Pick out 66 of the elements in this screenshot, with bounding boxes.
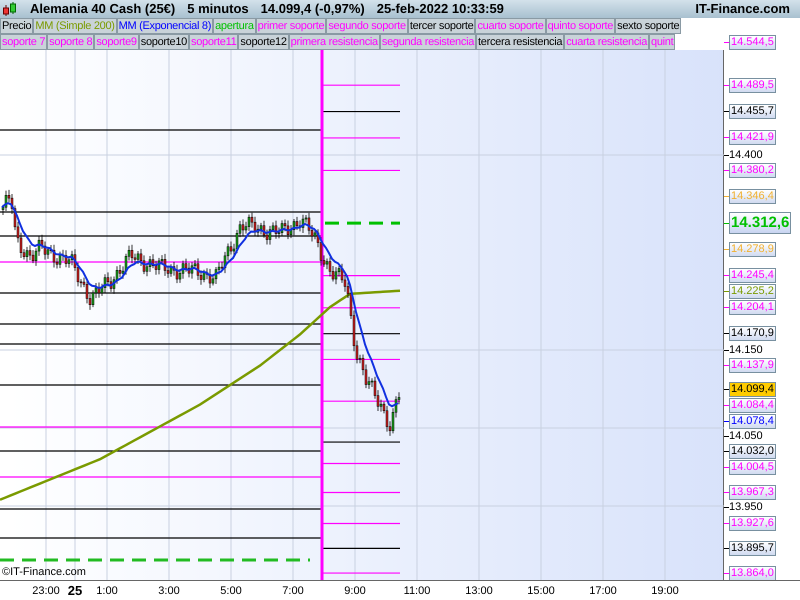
timeframe-label: 5 minutos <box>187 0 249 18</box>
price-level-label: 14.099,4 <box>729 382 776 397</box>
price-level-label: 13.895,7 <box>729 540 776 556</box>
price-level-label: 13.927,6 <box>729 516 776 531</box>
price-level-label: 14.489,5 <box>729 78 776 93</box>
legend-item: cuarta resistencia <box>564 34 650 50</box>
price-tick-label: 14.050 <box>729 430 763 443</box>
price-level-label: 14.004,5 <box>729 460 776 475</box>
legend-item: segundo soporte <box>326 18 408 34</box>
price-tick-label: 14.400 <box>729 148 763 162</box>
candlestick-icon <box>2 1 18 17</box>
legend-item: sexto soporte <box>615 18 682 34</box>
price-level-label: 13.967,3 <box>729 485 776 500</box>
price-level-label: 14.084,4 <box>729 398 776 413</box>
price-level-label: 14.245,4 <box>729 268 776 284</box>
time-axis-label: 11:00 <box>404 584 430 598</box>
price-level-label: 14.544,5 <box>729 34 776 50</box>
time-axis-label: 3:00 <box>158 584 180 598</box>
time-axis-label: 25 <box>68 584 82 598</box>
legend-item: Precio <box>0 18 34 34</box>
legend-item: primer soporte <box>256 18 326 34</box>
price-level-label: 14.078,4 <box>729 414 776 429</box>
price-level-label: 14.137,9 <box>729 358 776 372</box>
legend-item: cuarto soporte <box>475 18 546 34</box>
time-axis-label: 15:00 <box>527 584 555 598</box>
price-level-label: 14.278,9 <box>729 242 776 257</box>
price-level-label: 14.170,9 <box>729 326 776 342</box>
time-axis-label: 9:00 <box>344 584 366 598</box>
brand-name: IT-Finance.com <box>695 0 791 18</box>
legend-item: quinto soporte <box>546 18 616 34</box>
legend-item: MM (Exponencial 8) <box>116 18 214 34</box>
legend-item: primera resistencia <box>288 34 380 50</box>
price-level-label: 14.312,6 <box>729 212 792 234</box>
time-axis-label: 5:00 <box>220 584 242 598</box>
legend-item: MM (Simple 200) <box>33 18 117 34</box>
legend-item: tercera resistencia <box>476 34 564 50</box>
price-level-label: 14.421,9 <box>729 130 776 146</box>
copyright-text: ©IT-Finance.com <box>2 564 86 580</box>
price-change: 14.099,4 (-0,97%) <box>260 0 365 18</box>
price-level-label: 14.380,2 <box>729 162 776 178</box>
legend-item: soporte9 <box>94 34 139 50</box>
legend-item: tercer soporte <box>408 18 476 34</box>
price-level-label: 14.204,1 <box>729 300 776 316</box>
time-axis-label: 13:00 <box>465 584 493 598</box>
legend-item: soporte 8 <box>47 34 94 50</box>
price-level-label: 14.225,2 <box>729 284 776 300</box>
time-axis-label: 1:00 <box>96 584 118 598</box>
legend-item: soporte11 <box>189 34 238 50</box>
price-level-label: 14.346,4 <box>729 189 776 204</box>
date-time: 25-feb-2022 10:33:59 <box>376 0 504 18</box>
price-level-label: 14.032,0 <box>729 444 776 459</box>
legend-item: soporte12 <box>238 34 289 50</box>
time-axis-label: 17:00 <box>589 584 617 598</box>
price-level-label: 14.455,7 <box>729 104 776 120</box>
legend-item: soporte 7 <box>0 34 48 50</box>
instrument-title: Alemania 40 Cash (25€) <box>30 0 176 18</box>
legend-item: segunda resistencia <box>380 34 476 50</box>
price-level-label: 13.864,0 <box>729 566 776 581</box>
price-tick-label: 14.150 <box>729 344 763 356</box>
time-axis-label: 19:00 <box>651 584 679 598</box>
legend-item: quint <box>649 34 676 50</box>
time-axis-label: 7:00 <box>282 584 304 598</box>
legend-item: soporte10 <box>138 34 189 50</box>
price-tick-label: 13.950 <box>729 501 763 514</box>
legend-item: apertura <box>213 18 256 34</box>
time-axis-label: 23:00 <box>32 584 60 598</box>
